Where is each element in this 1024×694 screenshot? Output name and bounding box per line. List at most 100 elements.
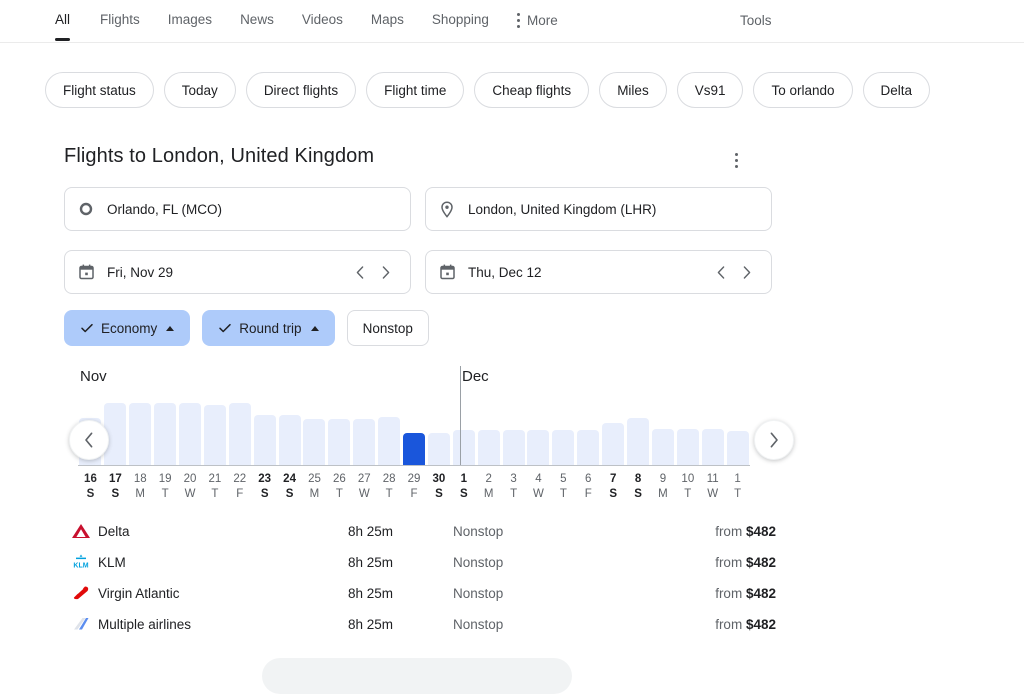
related-chip-miles[interactable]: Miles [599,72,667,108]
chart-bar[interactable] [427,433,450,465]
chart-day-label[interactable]: 6F [576,472,601,502]
chart-scroll-left-button[interactable] [69,420,109,460]
chart-bar-cell[interactable] [526,394,551,465]
chart-bar-cell[interactable] [252,394,277,465]
related-chip-delta[interactable]: Delta [862,72,931,108]
chart-bar-cell[interactable] [700,394,725,465]
airline-row[interactable]: Multiple airlines 8h 25m Nonstop from $482 [64,609,776,639]
chart-bar[interactable] [602,423,625,465]
chart-bar[interactable] [452,430,475,465]
chart-day-label[interactable]: 30 S [426,472,451,502]
chart-bar[interactable] [328,419,351,465]
depart-date-field[interactable]: Fri, Nov 29 [64,250,411,294]
chart-day-label[interactable]: 28 T [377,472,402,502]
related-chip-vs91[interactable]: Vs91 [676,72,744,108]
chart-day-label[interactable]: 2M [476,472,501,502]
chart-bar[interactable] [378,417,401,465]
chart-day-label[interactable]: 1T [725,472,750,502]
chart-bar[interactable] [179,403,201,465]
chart-day-label[interactable]: 8S [626,472,651,502]
chart-bar[interactable] [303,419,326,465]
chart-bar[interactable] [726,431,749,465]
chart-bar-cell[interactable] [451,394,476,465]
chart-bar[interactable] [552,430,575,465]
chart-bar-cell[interactable] [377,394,402,465]
chart-bar-cell[interactable] [626,394,651,465]
chart-bar-cell[interactable] [128,394,153,465]
chart-bar[interactable] [676,429,699,465]
return-prev-day-button[interactable] [711,262,731,282]
chart-bar[interactable] [253,415,276,465]
nav-tab-images[interactable]: Images [154,0,226,41]
view-more-flights-button[interactable] [262,658,572,694]
chart-bar-cell[interactable] [650,394,675,465]
nav-tab-shopping[interactable]: Shopping [418,0,503,41]
chart-day-label[interactable]: 17 S [103,472,128,502]
chart-day-label[interactable]: 18 M [128,472,153,502]
chart-bar-cell[interactable] [277,394,302,465]
chart-bar-cell[interactable] [302,394,327,465]
nav-tab-all[interactable]: All [55,0,86,41]
related-chip-flight-time[interactable]: Flight time [366,72,465,108]
chart-day-label[interactable]: 19 T [153,472,178,502]
filter-pill-round-trip[interactable]: Round trip [202,310,335,346]
chart-bar[interactable] [701,429,724,465]
chart-day-label[interactable]: 25 M [302,472,327,502]
related-chip-to-orlando[interactable]: To orlando [753,72,853,108]
depart-prev-day-button[interactable] [350,262,370,282]
chart-bar-cell[interactable] [675,394,700,465]
related-chip-direct-flights[interactable]: Direct flights [245,72,357,108]
chart-bar-cell[interactable] [501,394,526,465]
chart-day-label[interactable]: 22 F [227,472,252,502]
nav-tab-news[interactable]: News [226,0,288,41]
chart-bar-cell[interactable] [551,394,576,465]
chart-scroll-right-button[interactable] [754,420,794,460]
chart-bar-cell[interactable] [352,394,377,465]
chart-bar[interactable] [527,430,550,465]
chart-day-label[interactable]: 3T [501,472,526,502]
chart-bar[interactable] [477,430,500,465]
chart-bar[interactable] [353,419,376,465]
airline-row[interactable]: Delta 8h 25m Nonstop from $482 [64,516,776,546]
chart-bar[interactable] [403,433,426,465]
chart-bar-cell[interactable] [725,394,750,465]
related-chip-today[interactable]: Today [163,72,236,108]
chart-bar-cell[interactable] [178,394,203,465]
chart-bar[interactable] [627,418,650,465]
nav-tab-videos[interactable]: Videos [288,0,357,41]
nav-tab-maps[interactable]: Maps [357,0,418,41]
module-overflow-menu-button[interactable] [724,148,748,172]
chart-bar-cell[interactable] [227,394,252,465]
chart-bar-cell[interactable] [327,394,352,465]
chart-day-label[interactable]: 20 W [178,472,203,502]
nav-more-button[interactable]: More [503,0,572,41]
chart-bar-cell[interactable] [103,394,128,465]
chart-bar-cell[interactable] [153,394,178,465]
chart-day-label[interactable]: 9M [650,472,675,502]
chart-day-label[interactable]: 23 S [252,472,277,502]
chart-bar-cell[interactable] [601,394,626,465]
chart-bar[interactable] [228,403,251,465]
chart-day-label[interactable]: 26 T [327,472,352,502]
chart-day-label[interactable]: 27 W [352,472,377,502]
chart-day-label[interactable]: 4W [526,472,551,502]
return-next-day-button[interactable] [737,262,757,282]
chart-bar-cell[interactable] [202,394,227,465]
depart-next-day-button[interactable] [376,262,396,282]
chart-bar[interactable] [502,430,525,465]
chart-day-label[interactable]: 11 W [700,472,725,502]
filter-pill-economy[interactable]: Economy [64,310,191,346]
chart-day-label[interactable]: 10 T [675,472,700,502]
related-chip-flight-status[interactable]: Flight status [45,72,154,108]
return-date-field[interactable]: Thu, Dec 12 [425,250,772,294]
chart-bar[interactable] [278,415,301,465]
related-chip-cheap-flights[interactable]: Cheap flights [474,72,590,108]
chart-bar-cell[interactable] [576,394,601,465]
airline-row[interactable]: Virgin Atlantic 8h 25m Nonstop from $482 [64,578,776,608]
chart-bar-cell[interactable] [402,394,427,465]
chart-bar[interactable] [203,405,226,465]
origin-field[interactable]: Orlando, FL (MCO) [64,187,411,231]
chart-day-label[interactable]: 1S [451,472,476,502]
airline-row[interactable]: KLM KLM 8h 25m Nonstop from $482 [64,547,776,577]
chart-day-label[interactable]: 5T [551,472,576,502]
